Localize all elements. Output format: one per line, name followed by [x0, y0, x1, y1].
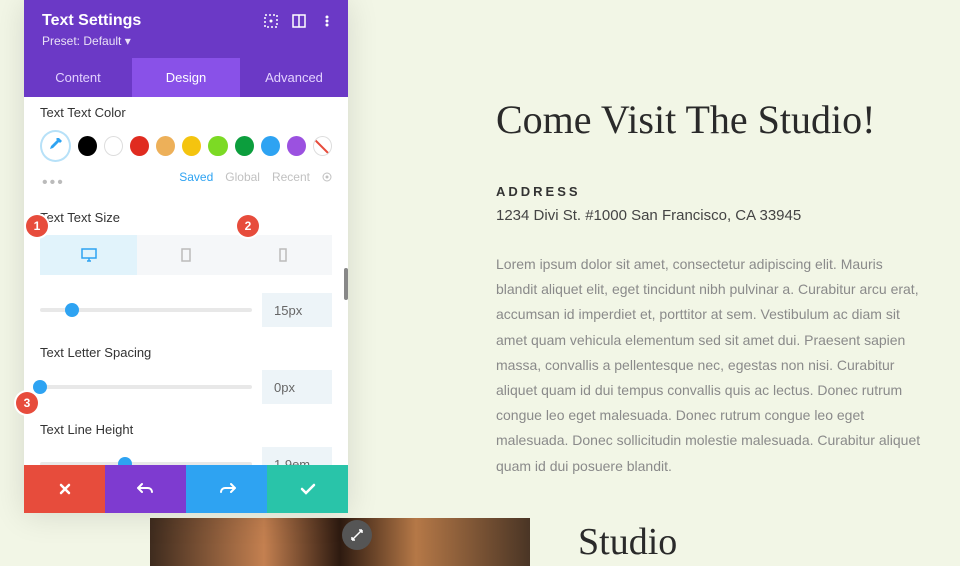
lineheight-slider[interactable]	[40, 462, 252, 465]
size-slider[interactable]	[40, 308, 252, 312]
panel-header: Text Settings Preset: Default ▾	[24, 0, 348, 58]
color-swatch-none[interactable]	[313, 136, 332, 156]
color-section-label: Text Text Color	[40, 105, 332, 120]
tab-design[interactable]: Design	[132, 58, 240, 97]
color-swatch-white[interactable]	[104, 136, 123, 156]
close-button[interactable]	[24, 465, 105, 513]
undo-icon	[137, 482, 155, 496]
color-swatch-orange[interactable]	[156, 136, 175, 156]
studio-image	[150, 518, 530, 566]
annotation-marker-2: 2	[237, 215, 259, 237]
page-content: Come Visit The Studio! ADDRESS 1234 Divi…	[496, 96, 924, 479]
tab-bar: Content Design Advanced	[24, 58, 348, 97]
color-swatch-yellow[interactable]	[182, 136, 201, 156]
size-input[interactable]: 15px	[262, 293, 332, 327]
resize-handle[interactable]	[342, 520, 372, 550]
tablet-icon	[178, 248, 194, 262]
spacing-input[interactable]: 0px	[262, 370, 332, 404]
device-tablet-button[interactable]	[137, 235, 234, 275]
eyedropper-button[interactable]	[40, 130, 71, 162]
layout-icon[interactable]	[292, 14, 306, 28]
confirm-button[interactable]	[267, 465, 348, 513]
eyedropper-icon	[47, 138, 63, 154]
expand-icon[interactable]	[264, 14, 278, 28]
color-swatch-red[interactable]	[130, 136, 149, 156]
tab-content[interactable]: Content	[24, 58, 132, 97]
page-heading: Come Visit The Studio!	[496, 96, 924, 144]
spacing-slider[interactable]	[40, 385, 252, 389]
scrollbar-thumb[interactable]	[344, 268, 348, 300]
more-colors-icon[interactable]: •••	[42, 174, 65, 192]
spacing-section-label: Text Letter Spacing	[40, 345, 332, 360]
gear-icon[interactable]	[322, 172, 332, 182]
settings-panel: Text Settings Preset: Default ▾ Content …	[24, 0, 348, 513]
studio-heading: Studio	[578, 520, 677, 564]
panel-footer	[24, 465, 348, 513]
device-selector	[40, 235, 332, 275]
address-label: ADDRESS	[496, 184, 924, 199]
more-icon[interactable]	[320, 14, 334, 28]
lineheight-section-label: Text Line Height	[40, 422, 332, 437]
tab-advanced[interactable]: Advanced	[240, 58, 348, 97]
redo-button[interactable]	[186, 465, 267, 513]
check-icon	[300, 483, 316, 495]
resize-icon	[350, 528, 364, 542]
swatch-preset-tabs: Saved Global Recent	[179, 170, 332, 184]
color-swatch-row	[40, 130, 332, 162]
address-text: 1234 Divi St. #1000 San Francisco, CA 33…	[496, 207, 924, 224]
color-swatch-lime[interactable]	[208, 136, 227, 156]
phone-icon	[275, 248, 291, 262]
close-icon	[58, 482, 72, 496]
device-phone-button[interactable]	[235, 235, 332, 275]
swatch-tab-global[interactable]: Global	[225, 170, 260, 184]
preset-dropdown[interactable]: Preset: Default ▾	[42, 34, 330, 48]
swatch-tab-recent[interactable]: Recent	[272, 170, 310, 184]
panel-body: Text Text Color ••• Saved Global Recent	[24, 97, 348, 465]
color-swatch-purple[interactable]	[287, 136, 306, 156]
device-desktop-button[interactable]	[40, 235, 137, 275]
color-swatch-blue[interactable]	[261, 136, 280, 156]
size-section-label: Text Text Size	[40, 210, 332, 225]
desktop-icon	[81, 248, 97, 262]
undo-button[interactable]	[105, 465, 186, 513]
swatch-tab-saved[interactable]: Saved	[179, 170, 213, 184]
body-paragraph: Lorem ipsum dolor sit amet, consectetur …	[496, 252, 924, 479]
lineheight-input[interactable]: 1.9em	[262, 447, 332, 465]
redo-icon	[218, 482, 236, 496]
annotation-marker-3: 3	[16, 392, 38, 414]
color-swatch-green[interactable]	[235, 136, 254, 156]
color-swatch-black[interactable]	[78, 136, 97, 156]
annotation-marker-1: 1	[26, 215, 48, 237]
